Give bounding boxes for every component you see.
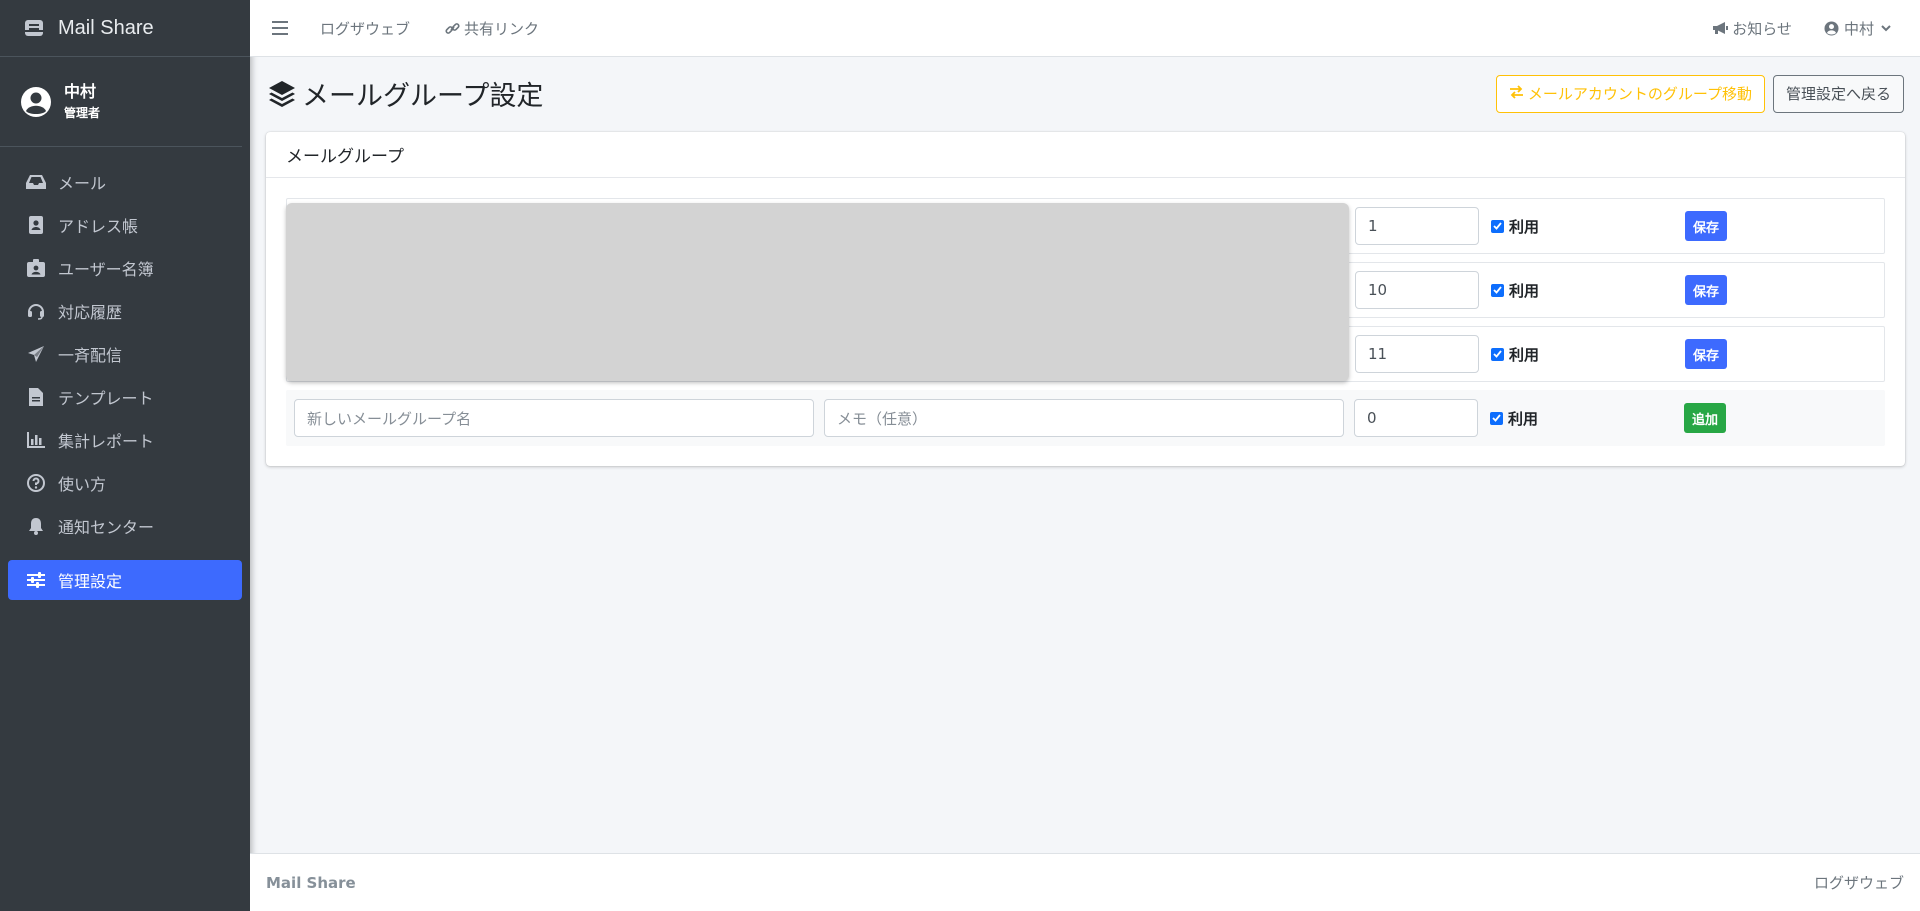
mail-group-card: メールグループ 1 利用 保存 10 利用 保存 11 利用 保存 新しいメール… bbox=[266, 132, 1905, 466]
sidebar-item-reports[interactable]: 集計レポート bbox=[8, 420, 242, 460]
main-content: メールグループ設定 メールアカウントのグループ移動 管理設定へ戻る メールグルー… bbox=[250, 57, 1920, 853]
memo-input[interactable]: メモ（任意） bbox=[824, 399, 1344, 437]
brand-name: Mail Share bbox=[58, 16, 154, 39]
exchange-icon bbox=[1509, 84, 1524, 103]
checkbox-checked-icon bbox=[1491, 283, 1504, 297]
checkbox-checked-icon bbox=[1491, 347, 1504, 361]
order-input[interactable]: 11 bbox=[1355, 335, 1479, 373]
sidebar-item-label: 一斉配信 bbox=[58, 346, 123, 365]
share-link-label: 共有リンク bbox=[464, 19, 540, 38]
sidebar: Mail Share 中村 管理者 メール アドレス帳 ユーザー名簿 対応履歴 bbox=[0, 0, 250, 911]
user-name: 中村 bbox=[64, 81, 97, 101]
chevron-down-icon bbox=[1878, 20, 1894, 36]
sidebar-item-admin-settings[interactable]: 管理設定 bbox=[8, 560, 242, 600]
sidebar-item-help[interactable]: 使い方 bbox=[8, 463, 242, 503]
move-group-label: メールアカウントのグループ移動 bbox=[1527, 85, 1752, 103]
back-to-admin-button[interactable]: 管理設定へ戻る bbox=[1772, 74, 1904, 113]
checkbox-checked-icon bbox=[1490, 411, 1503, 425]
mail-box-icon bbox=[22, 16, 46, 40]
use-label: 利用 bbox=[1509, 281, 1540, 300]
move-group-button[interactable]: メールアカウントのグループ移動 bbox=[1495, 74, 1765, 113]
use-checkbox[interactable]: 利用 bbox=[1491, 280, 1539, 301]
checkbox-checked-icon bbox=[1491, 219, 1504, 233]
bell-icon bbox=[26, 516, 46, 536]
card-body: 1 利用 保存 10 利用 保存 11 利用 保存 新しいメールグループ名 メモ… bbox=[266, 178, 1905, 446]
save-button[interactable]: 保存 bbox=[1685, 211, 1728, 241]
page-title-text: メールグループ設定 bbox=[302, 81, 544, 112]
page-title: メールグループ設定 bbox=[266, 74, 543, 113]
sidebar-item-label: 通知センター bbox=[58, 518, 155, 537]
order-input[interactable]: 0 bbox=[1354, 399, 1478, 437]
hamburger-menu-icon[interactable] bbox=[270, 18, 290, 38]
sidebar-nav: メール アドレス帳 ユーザー名簿 対応履歴 一斉配信 テンプレート 集計レポート bbox=[0, 147, 250, 600]
new-group-name-input[interactable]: 新しいメールグループ名 bbox=[294, 399, 814, 437]
sidebar-item-broadcast[interactable]: 一斉配信 bbox=[8, 334, 242, 374]
use-checkbox[interactable]: 利用 bbox=[1490, 408, 1538, 429]
use-label: 利用 bbox=[1508, 409, 1539, 428]
redacted-area bbox=[286, 203, 1349, 381]
sidebar-item-history[interactable]: 対応履歴 bbox=[8, 291, 242, 331]
brand[interactable]: Mail Share bbox=[0, 0, 250, 57]
user-role: 管理者 bbox=[64, 105, 101, 120]
id-badge-icon bbox=[26, 258, 46, 278]
headset-icon bbox=[26, 301, 46, 321]
sidebar-item-templates[interactable]: テンプレート bbox=[8, 377, 242, 417]
user-circle-icon bbox=[20, 86, 52, 118]
sidebar-item-label: テンプレート bbox=[58, 389, 154, 408]
paper-plane-icon bbox=[26, 344, 46, 364]
chart-bar-icon bbox=[26, 430, 46, 450]
sidebar-item-label: ユーザー名簿 bbox=[58, 260, 154, 279]
logout-link[interactable]: ログザウェブ bbox=[320, 18, 410, 39]
save-button[interactable]: 保存 bbox=[1685, 339, 1728, 369]
user-menu-label: 中村 bbox=[1843, 19, 1874, 38]
use-label: 利用 bbox=[1509, 217, 1540, 236]
order-input[interactable]: 10 bbox=[1355, 271, 1479, 309]
notifications-link[interactable]: お知らせ bbox=[1712, 18, 1792, 39]
card-title: メールグループ bbox=[266, 132, 1905, 178]
add-button[interactable]: 追加 bbox=[1684, 403, 1727, 433]
file-icon bbox=[26, 387, 46, 407]
order-input[interactable]: 1 bbox=[1355, 207, 1479, 245]
user-circle-icon bbox=[1824, 20, 1840, 36]
user-panel[interactable]: 中村 管理者 bbox=[0, 57, 242, 147]
footer-brand: Mail Share bbox=[266, 873, 356, 892]
sidebar-item-user-directory[interactable]: ユーザー名簿 bbox=[8, 248, 242, 288]
page-header: メールグループ設定 メールアカウントのグループ移動 管理設定へ戻る bbox=[250, 57, 1920, 130]
sidebar-item-label: 使い方 bbox=[58, 475, 107, 494]
megaphone-icon bbox=[1712, 20, 1729, 36]
sidebar-item-label: 管理設定 bbox=[58, 572, 123, 591]
user-menu-dropdown[interactable]: 中村 bbox=[1824, 18, 1898, 39]
sidebar-item-address-book[interactable]: アドレス帳 bbox=[8, 205, 242, 245]
address-book-icon bbox=[26, 215, 46, 235]
link-icon bbox=[444, 20, 460, 36]
sliders-icon bbox=[26, 570, 46, 590]
new-group-row: 新しいメールグループ名 メモ（任意） 0 利用 追加 bbox=[286, 390, 1885, 446]
footer: Mail Share ログザウェブ bbox=[250, 853, 1920, 911]
topbar-right: お知らせ 中村 bbox=[1680, 18, 1898, 39]
use-label: 利用 bbox=[1509, 345, 1540, 364]
use-checkbox[interactable]: 利用 bbox=[1491, 216, 1539, 237]
sidebar-item-label: 集計レポート bbox=[58, 432, 155, 451]
save-button[interactable]: 保存 bbox=[1685, 275, 1728, 305]
question-circle-icon bbox=[26, 473, 46, 493]
use-checkbox[interactable]: 利用 bbox=[1491, 344, 1539, 365]
notifications-label: お知らせ bbox=[1732, 19, 1792, 38]
sidebar-item-notification-center[interactable]: 通知センター bbox=[8, 506, 242, 546]
top-navbar: ログザウェブ 共有リンク お知らせ 中村 bbox=[250, 0, 1920, 57]
sidebar-item-label: アドレス帳 bbox=[58, 217, 139, 236]
sidebar-item-mail[interactable]: メール bbox=[8, 162, 242, 202]
inbox-icon bbox=[26, 172, 46, 192]
layer-group-icon bbox=[266, 78, 298, 110]
sidebar-item-label: メール bbox=[58, 174, 107, 193]
header-buttons: メールアカウントのグループ移動 管理設定へ戻る bbox=[1495, 74, 1904, 113]
footer-logout-link[interactable]: ログザウェブ bbox=[1814, 872, 1904, 893]
share-link[interactable]: 共有リンク bbox=[444, 18, 539, 39]
sidebar-item-label: 対応履歴 bbox=[58, 303, 123, 322]
